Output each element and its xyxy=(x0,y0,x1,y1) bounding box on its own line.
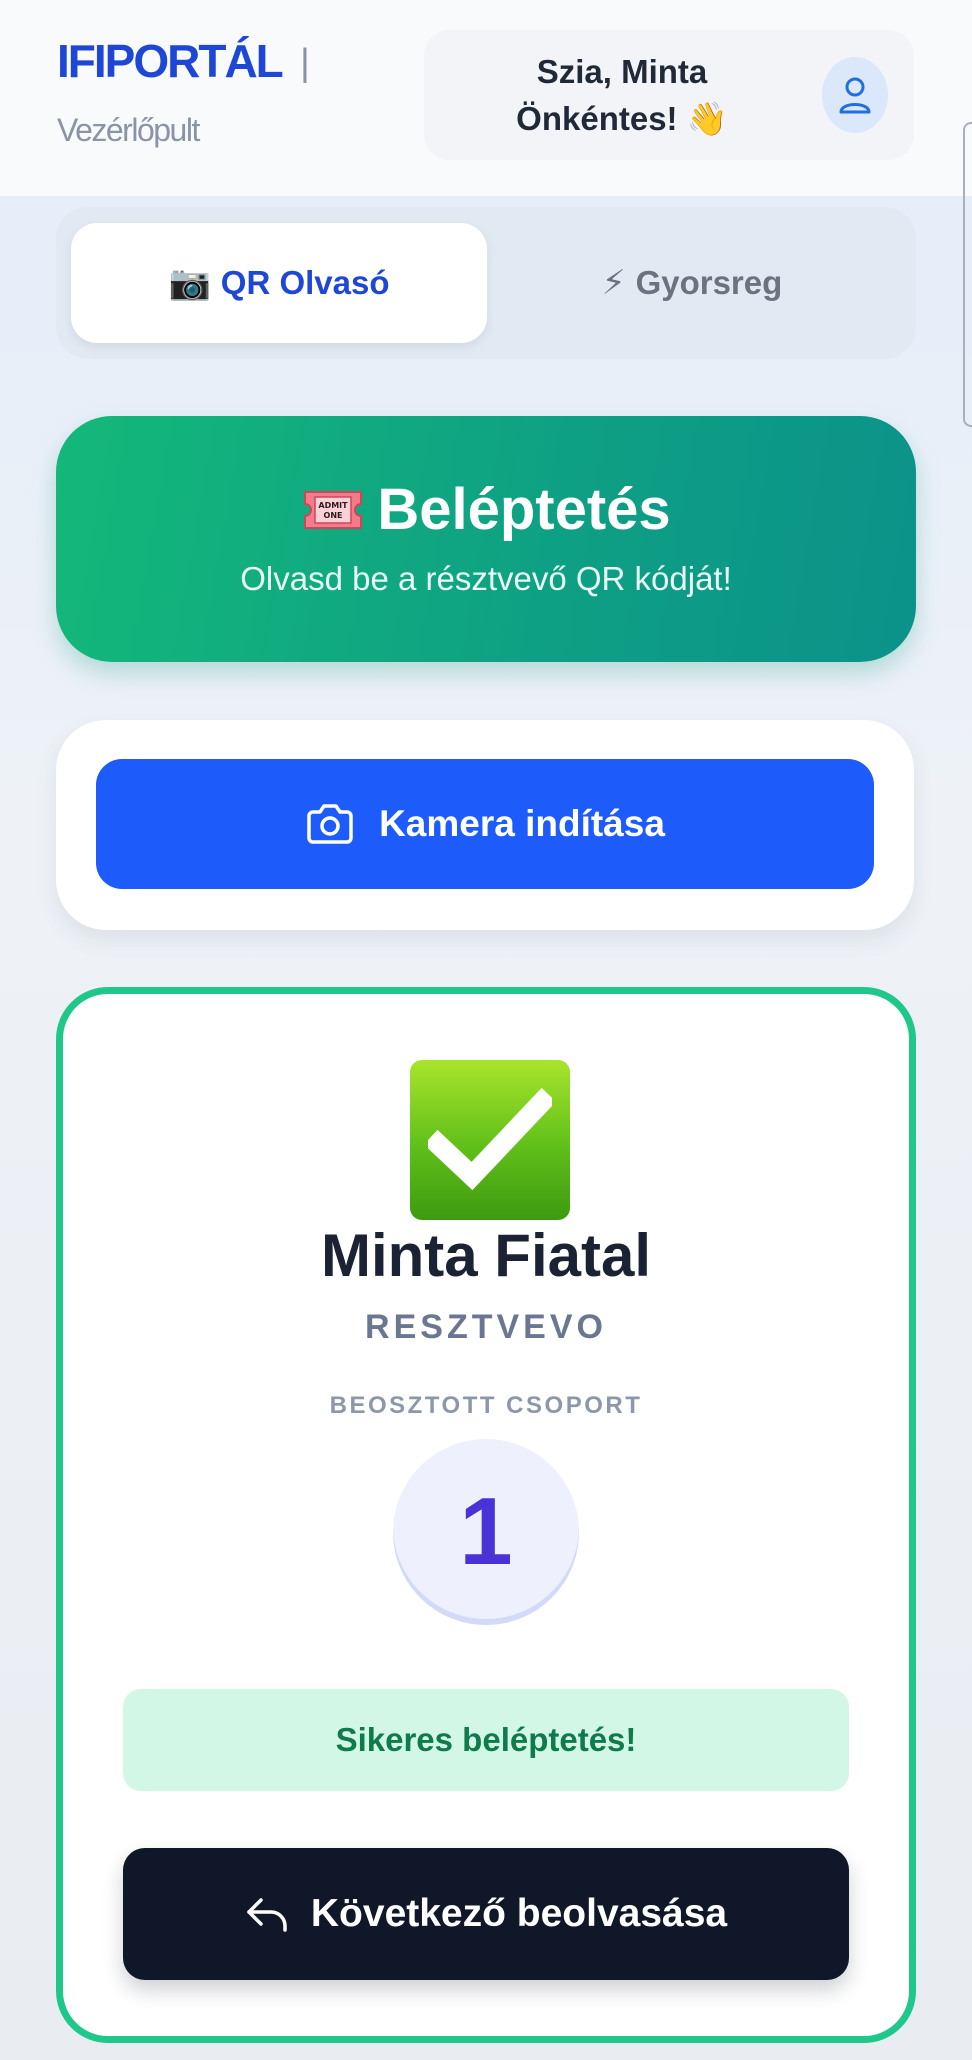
greeting-line-2: Önkéntes! 👋 xyxy=(516,100,728,137)
scan-next-label: Következő beolvasása xyxy=(310,1892,728,1935)
success-message: Sikeres beléptetés! xyxy=(123,1689,849,1791)
brand-separator: | xyxy=(300,42,310,84)
start-camera-label: Kamera indítása xyxy=(379,803,665,844)
scan-next-button[interactable]: Következő beolvasása xyxy=(123,1848,849,1980)
scrollbar[interactable] xyxy=(963,122,972,427)
greeting-line-1: Szia, Minta xyxy=(536,53,708,90)
scan-result-card: Minta Fiatal RESZTVEVO BEOSZTOTT CSOPORT… xyxy=(56,987,916,2043)
greeting-text: Szia, Minta Önkéntes! 👋 xyxy=(482,48,762,142)
participant-role: RESZTVEVO xyxy=(365,1308,607,1346)
ticket-text-2: ONE xyxy=(324,511,343,520)
check-mark-icon xyxy=(410,1060,570,1220)
camera-icon xyxy=(307,804,353,844)
participant-name: Minta Fiatal xyxy=(320,1222,652,1289)
tab-quick-registration-label: Gyorsreg xyxy=(635,264,783,301)
camera-icon: 📷 xyxy=(168,264,211,302)
banner-subtitle: Olvasd be a résztvevő QR kódját! xyxy=(240,560,732,597)
reply-arrow-icon xyxy=(247,1898,287,1932)
brand-logo[interactable]: IFIPORTÁL xyxy=(57,34,284,88)
tab-quick-registration[interactable]: ⚡ Gyorsreg xyxy=(484,223,900,343)
camera-card: Kamera indítása xyxy=(56,720,914,930)
mode-tabs: 📷 QR Olvasó ⚡ Gyorsreg xyxy=(56,207,916,359)
ticket-icon: ADMIT ONE xyxy=(304,490,363,529)
user-avatar-button[interactable] xyxy=(822,57,888,133)
app-header: IFIPORTÁL | Vezérlőpult Szia, Minta Önké… xyxy=(0,0,972,196)
lightning-icon: ⚡ xyxy=(601,264,626,302)
checkin-banner: ADMIT ONE Beléptetés Olvasd be a résztve… xyxy=(56,416,916,662)
user-greeting-card: Szia, Minta Önkéntes! 👋 xyxy=(424,30,914,160)
page-subtitle: Vezérlőpult xyxy=(57,112,200,148)
banner-title-row: ADMIT ONE Beléptetés xyxy=(56,476,916,543)
start-camera-button[interactable]: Kamera indítása xyxy=(96,759,874,889)
banner-title: Beléptetés xyxy=(377,477,671,542)
ticket-text-1: ADMIT xyxy=(319,501,349,510)
assigned-group-label: BEOSZTOTT CSOPORT xyxy=(329,1392,643,1419)
tab-qr-reader-label: QR Olvasó xyxy=(220,264,390,301)
assigned-group-number: 1 xyxy=(393,1439,579,1625)
tab-qr-reader[interactable]: 📷 QR Olvasó xyxy=(71,223,487,343)
user-icon xyxy=(839,77,871,114)
